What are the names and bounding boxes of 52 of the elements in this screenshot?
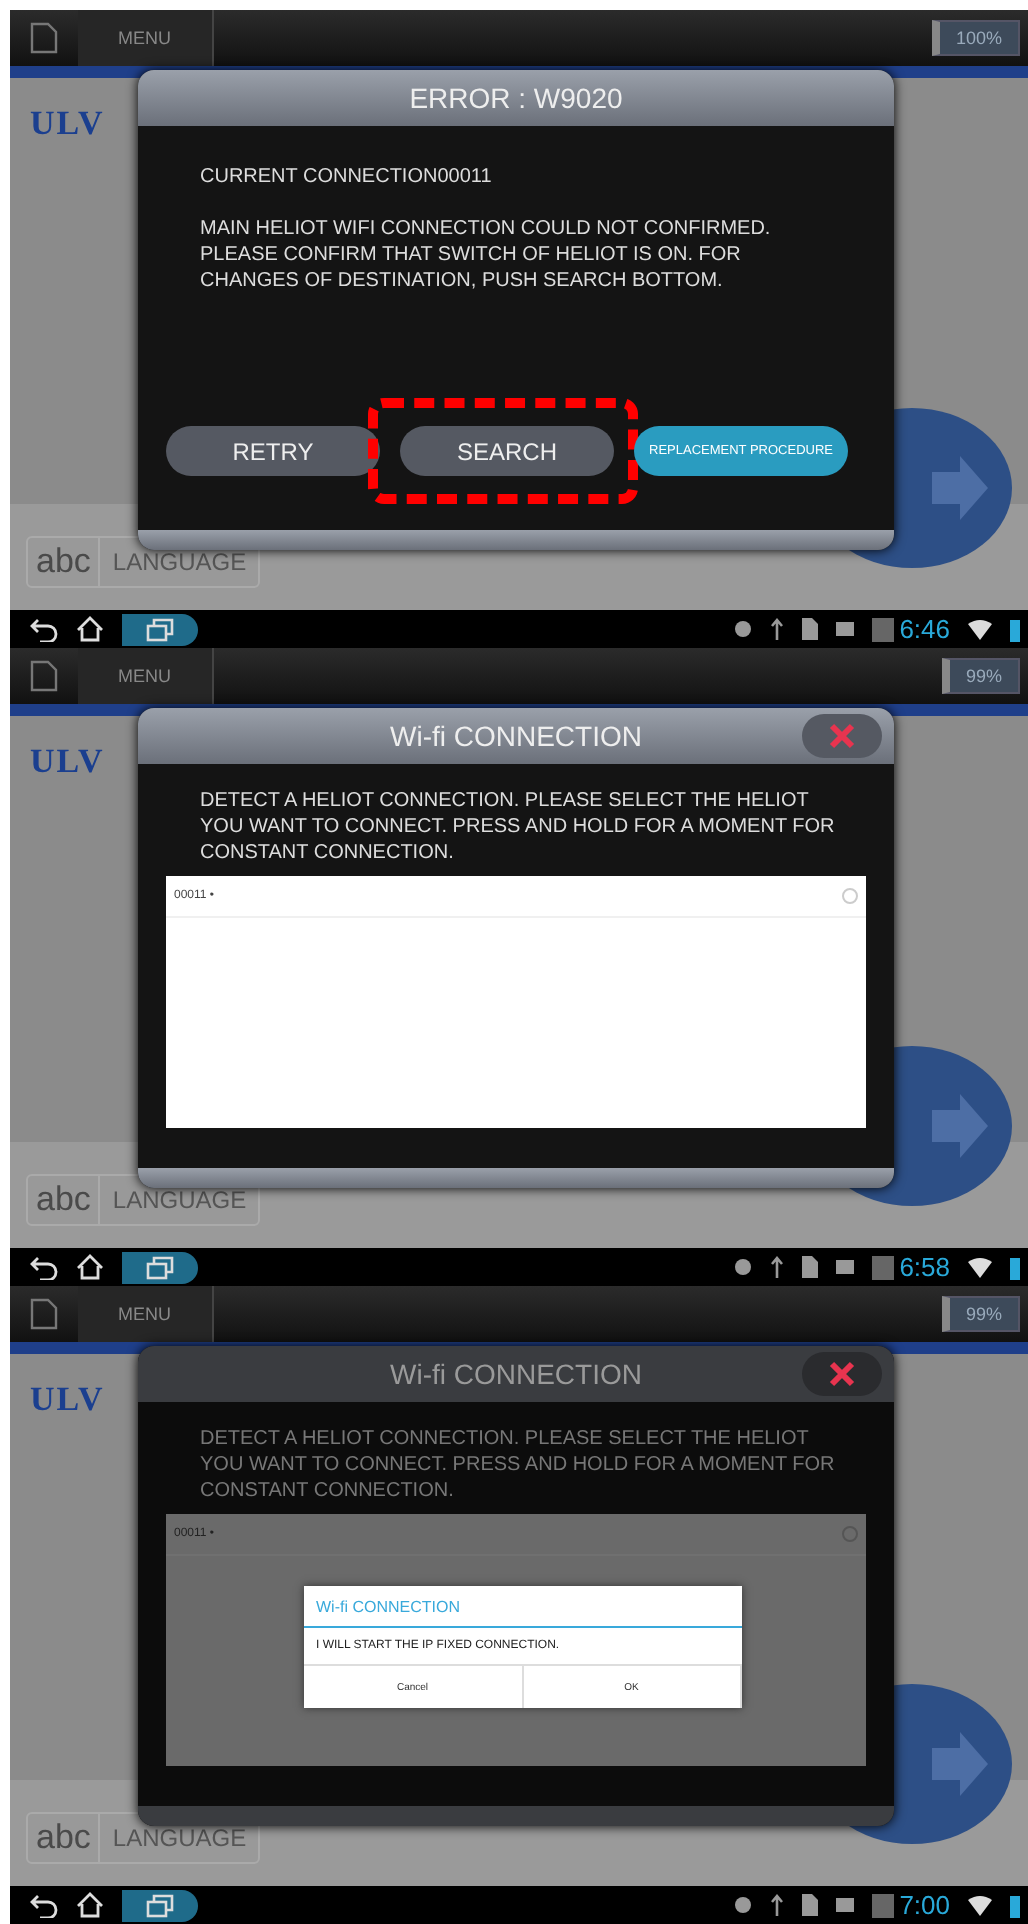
usb-icon	[769, 1894, 784, 1916]
clock: 7:00	[899, 1890, 950, 1920]
battery-icon	[1010, 1255, 1020, 1279]
sd-card-icon	[801, 1894, 818, 1916]
dialog-button[interactable]: RETRY	[166, 426, 380, 476]
document-icon	[30, 1298, 58, 1330]
dialog-button[interactable]: SEARCH	[400, 426, 614, 476]
dialog-title: Wi-fi CONNECTION	[138, 708, 894, 764]
usb-icon	[769, 1256, 784, 1278]
error-message: MAIN HELIOT WIFI CONNECTION COULD NOT CONFIRMED. PLEASE CONFIRM THAT SWITCH OF HELIOT IS ON. FOR CHANGES OF DESTINATION, PUSH SEARCH BOTTOM.	[200, 216, 773, 294]
close-icon	[828, 722, 856, 750]
clock: 6:58	[899, 1252, 950, 1282]
wifi-icon	[968, 619, 992, 639]
instruction-text: DETECT A HELIOT CONNECTION. PLEASE SELECT THE HELIOT YOU WANT TO CONNECT. PRESS AND HOLD FOR A MOMENT FOR CONSTANT CONNECTION.	[200, 1426, 837, 1504]
sd-card-icon	[801, 1256, 818, 1278]
logo: ULV	[30, 742, 105, 782]
document-icon	[30, 660, 58, 692]
battery-icon	[1010, 1893, 1020, 1917]
recent-apps-icon	[146, 1255, 174, 1279]
back-icon[interactable]	[30, 617, 58, 641]
instruction-text: DETECT A HELIOT CONNECTION. PLEASE SELECT THE HELIOT YOU WANT TO CONNECT. PRESS AND HOLD FOR A MOMENT FOR CONSTANT CONNECTION.	[200, 788, 837, 866]
back-icon[interactable]	[30, 1255, 58, 1279]
battery-indicator: 99%	[941, 1296, 1020, 1332]
close-icon	[828, 1360, 856, 1388]
usb-icon	[769, 618, 784, 640]
wifi-icon	[968, 1895, 992, 1915]
menu-button[interactable]: MENU	[78, 648, 213, 704]
clock: 6:46	[899, 614, 950, 644]
home-icon[interactable]	[76, 1892, 104, 1918]
battery-icon	[1010, 617, 1020, 641]
dialog-title: ERROR : W9020	[138, 70, 894, 126]
battery-indicator: 99%	[941, 658, 1020, 694]
current-connection: CURRENT CONNECTION00011	[200, 166, 494, 188]
menu-button[interactable]: MENU	[78, 10, 213, 66]
battery-indicator: 100%	[931, 20, 1020, 56]
wifi-icon	[968, 1257, 992, 1277]
document-icon	[30, 22, 58, 54]
logo: ULV	[30, 104, 105, 144]
logo: ULV	[30, 1380, 105, 1420]
sd-card-icon	[801, 618, 818, 640]
back-icon[interactable]	[30, 1893, 58, 1917]
alert-title: Wi-fi CONNECTION	[304, 1586, 742, 1628]
close-button[interactable]	[802, 1352, 882, 1396]
recent-apps-icon	[146, 617, 174, 641]
home-icon[interactable]	[76, 1254, 104, 1280]
menu-button[interactable]: MENU	[78, 1286, 213, 1342]
home-icon[interactable]	[76, 616, 104, 642]
recent-apps-button[interactable]	[122, 1889, 198, 1921]
dialog-title: Wi-fi CONNECTION	[138, 1346, 894, 1402]
recent-apps-button[interactable]	[122, 613, 198, 645]
recent-apps-button[interactable]	[122, 1251, 198, 1283]
recent-apps-icon	[146, 1893, 174, 1917]
